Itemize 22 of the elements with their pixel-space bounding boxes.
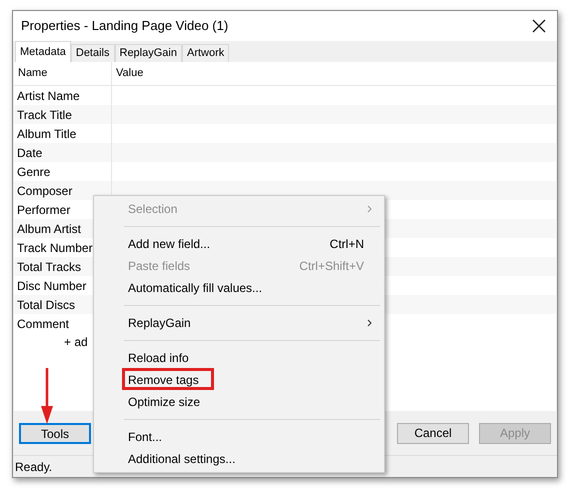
tab[interactable]: ReplayGain [114,44,182,62]
shortcut-text: Ctrl+Shift+V [299,258,364,275]
menu-item[interactable]: Remove tags [94,369,384,391]
column-header: Value [115,66,144,82]
tab[interactable]: Details [70,44,114,62]
chevron-right-icon [367,205,372,213]
shortcut-text: Ctrl+N [330,236,364,253]
chevron-right-icon [367,319,372,327]
menu-item[interactable]: Font... [94,426,384,448]
close-icon [532,19,546,33]
status-text: Ready. [15,458,52,476]
add-link[interactable]: + ad [64,333,88,352]
tab[interactable]: Artwork [182,44,230,62]
tab[interactable]: Metadata [15,41,71,62]
column-header: Name [14,62,112,85]
window-title: Properties - Landing Page Video (1) [21,17,228,36]
dialog-button[interactable]: Tools [19,422,91,444]
dialog-button[interactable]: Cancel [397,422,469,444]
menu-item[interactable]: Optimize size [94,391,384,413]
menu-item[interactable]: Additional settings... [94,448,384,470]
menu-item[interactable]: Reload info [94,347,384,369]
arrow-icon [40,368,54,424]
